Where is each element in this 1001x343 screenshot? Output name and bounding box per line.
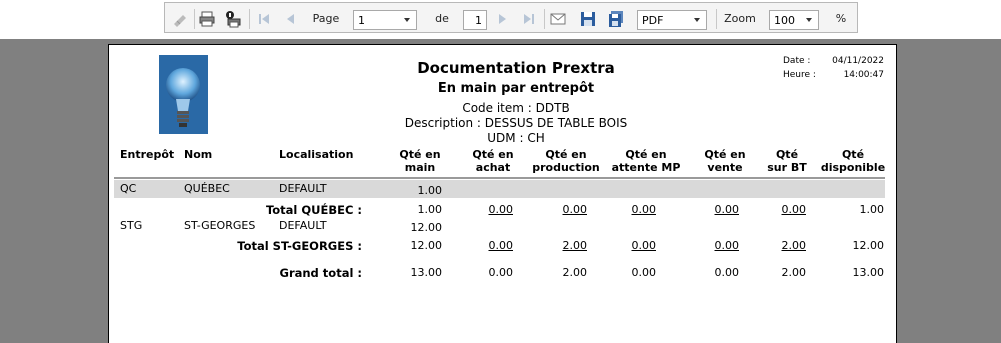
total-st-georges-disponible: 12.00 [852, 239, 885, 252]
page-select-value: 1 [358, 13, 365, 27]
grand-total-sur-bt: 2.00 [781, 266, 807, 279]
previous-page-icon [287, 13, 294, 24]
total-quebec-label: Total QUÉBEC : [265, 203, 362, 217]
col-header-qte-disponible: Qté disponible [820, 148, 886, 174]
total-quebec-disponible: 1.00 [859, 203, 885, 216]
total-quebec-vente[interactable]: 0.00 [679, 203, 740, 216]
toolbar-grip-icon [169, 3, 191, 34]
row-qc-nom: QUÉBEC [184, 182, 230, 195]
envelope-icon [550, 13, 566, 24]
grand-total-production: 2.00 [562, 266, 588, 279]
first-page-icon [259, 13, 269, 24]
total-st-georges-vente[interactable]: 0.00 [679, 239, 740, 252]
first-page-button[interactable] [253, 3, 275, 34]
header-divider [114, 177, 885, 179]
total-quebec-main: 1.00 [417, 203, 443, 216]
grand-total-achat: 0.00 [488, 266, 514, 279]
total-st-georges-main: 12.00 [410, 239, 443, 252]
chevron-down-icon [806, 18, 812, 22]
total-st-georges-achat[interactable]: 0.00 [453, 239, 514, 252]
col-header-qte-attente-mp: Qté en attente MP [611, 148, 681, 174]
time-value: 14:00:47 [843, 70, 884, 80]
zoom-label: Zoom [724, 12, 756, 25]
email-button[interactable] [547, 3, 569, 34]
total-pages-value: 1 [475, 13, 482, 27]
row-qc-entrepot: QC [120, 182, 137, 195]
export-format-select[interactable]: PDF [637, 10, 707, 30]
total-st-georges-sur-bt[interactable]: 2.00 [746, 239, 807, 252]
description-line: Description : DESSUS DE TABLE BOIS [404, 116, 628, 130]
chevron-down-icon [404, 18, 410, 22]
total-st-georges-attente-mp[interactable]: 0.00 [596, 239, 657, 252]
print-settings-icon [226, 10, 241, 27]
total-quebec-sur-bt[interactable]: 0.00 [746, 203, 807, 216]
col-header-localisation: Localisation [279, 148, 354, 161]
percent-label: % [835, 12, 847, 25]
grand-total-vente: 0.00 [714, 266, 740, 279]
save-all-icon [609, 10, 623, 27]
grand-total-attente-mp: 0.00 [631, 266, 657, 279]
zoom-select-value: 100 [774, 13, 795, 27]
grand-total-main: 13.00 [410, 266, 443, 279]
floppy-disk-icon [581, 11, 595, 26]
save-all-button[interactable] [605, 3, 627, 34]
export-format-value: PDF [642, 13, 664, 27]
zoom-select[interactable]: 100 [769, 10, 819, 30]
row-stg-nom: ST-GEORGES [184, 219, 256, 232]
col-header-qte-vente: Qté en vente [704, 148, 746, 174]
total-quebec-achat[interactable]: 0.00 [453, 203, 514, 216]
page-label: Page [312, 12, 340, 25]
col-header-entrepot: Entrepôt [120, 148, 175, 161]
row-qc-localisation: DEFAULT [279, 182, 327, 195]
col-header-nom: Nom [184, 148, 213, 161]
total-st-georges-label: Total ST-GEORGES : [237, 239, 362, 253]
total-quebec-production[interactable]: 0.00 [527, 203, 588, 216]
chevron-down-icon [694, 18, 700, 22]
last-page-button[interactable] [518, 3, 540, 34]
page-select[interactable]: 1 [353, 10, 417, 30]
grand-total-disponible: 13.00 [852, 266, 885, 279]
last-page-icon [524, 13, 534, 24]
col-header-qte-achat: Qté en achat [472, 148, 514, 174]
save-button[interactable] [577, 3, 599, 34]
printer-icon [199, 11, 215, 26]
of-label: de [435, 12, 449, 25]
total-st-georges-production[interactable]: 2.00 [527, 239, 588, 252]
previous-page-button[interactable] [279, 3, 301, 34]
col-header-qte-main: Qté en main [399, 148, 441, 174]
row-stg-main: 12.00 [410, 221, 443, 234]
lightbulb-logo-icon [159, 55, 208, 134]
report-title: Documentation Prextra [417, 59, 615, 77]
report-toolbar: Page 1 de 1 PDF Zoom 100 % [164, 2, 858, 33]
report-subtitle: En main par entrepôt [437, 81, 595, 96]
col-header-qte-sur-bt: Qté sur BT [767, 148, 807, 174]
date-value: 04/11/2022 [832, 56, 884, 66]
next-page-button[interactable] [492, 3, 514, 34]
code-item-line: Code item : DDTB [462, 101, 570, 115]
col-header-qte-production: Qté en production [532, 148, 600, 174]
total-pages-field: 1 [463, 10, 487, 30]
total-quebec-attente-mp[interactable]: 0.00 [596, 203, 657, 216]
print-setup-button[interactable] [222, 3, 244, 34]
print-button[interactable] [196, 3, 218, 34]
udm-line: UDM : CH [487, 131, 545, 145]
row-stg-localisation: DEFAULT [279, 219, 327, 232]
row-qc-main: 1.00 [417, 184, 443, 197]
row-stg-entrepot: STG [120, 219, 143, 232]
next-page-icon [499, 13, 506, 24]
grand-total-label: Grand total : [279, 266, 363, 280]
